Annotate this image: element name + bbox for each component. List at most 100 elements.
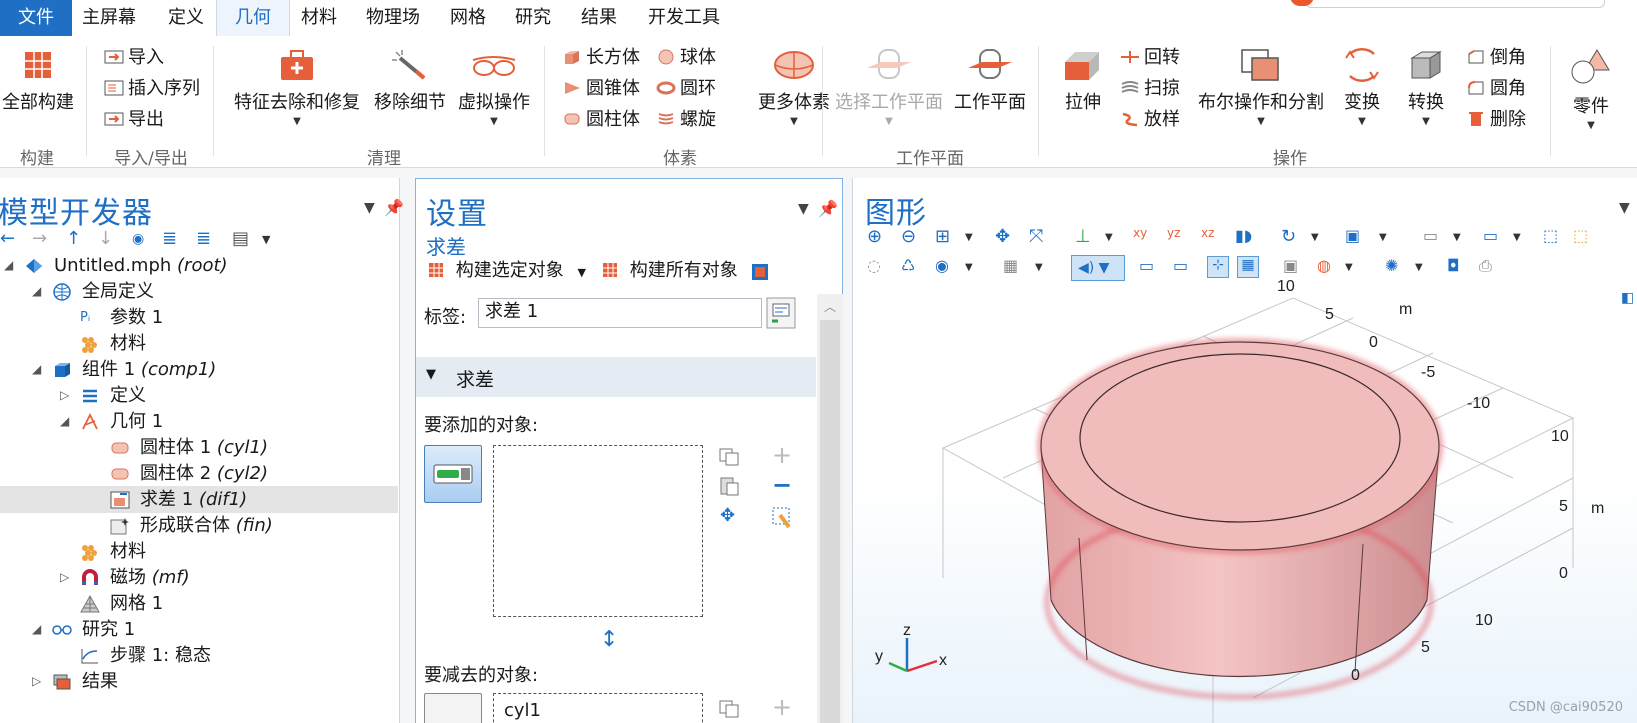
expand-toggle-icon[interactable]: ▷ [60,564,74,591]
tree-node-component[interactable]: ◢ 组件 1 (comp1) [0,356,398,383]
activate-subtract-toggle[interactable] [424,693,482,723]
tree-node-step-stationary[interactable]: 步骤 1: 稳态 [0,642,398,669]
helix-button[interactable]: 螺旋 [656,106,716,134]
xz-view-icon[interactable]: xz [1201,226,1223,248]
chevron-down-icon[interactable]: ▼ [965,232,973,243]
menu-tab-results[interactable]: 结果 [563,0,635,36]
reset-hiding-icon[interactable]: ♺ [901,256,923,278]
menu-tab-developer[interactable]: 开发工具 [630,0,738,36]
objects-to-add-list[interactable] [493,445,703,617]
chevron-down-icon[interactable]: ▼ [1345,262,1353,273]
fillet-button[interactable]: 圆角 [1466,75,1526,103]
zoom-box-icon[interactable]: ⊞ [935,226,957,248]
rotate-icon[interactable]: ↻ [1281,226,1303,248]
zoom-selected-icon[interactable]: ✥ [995,226,1017,248]
tree-node-component-materials[interactable]: 材料 [0,538,398,565]
scroll-up-icon[interactable]: ︿ [824,298,836,315]
import-button[interactable]: 导入 [104,44,164,72]
pin-icon[interactable]: 📌 [818,199,838,218]
chevron-down-icon[interactable]: ▼ [262,233,270,246]
zoom-selected-icon[interactable]: ✥ [720,505,735,526]
parts-button[interactable]: 零件 ▼ [1560,48,1622,131]
add-selection-icon[interactable]: + [772,693,792,721]
menu-tab-home[interactable]: 主屏幕 [64,0,154,36]
workplane-button[interactable]: 工作平面 [952,48,1028,114]
box-select-icon[interactable]: ⬚ [1543,226,1565,248]
more-primitives-button[interactable]: 更多体素 ▼ [756,48,832,127]
forward-arrow-icon[interactable]: → [32,228,47,249]
chevron-down-icon[interactable]: ▼ [1035,262,1043,273]
build-preceding-icon[interactable] [751,263,769,281]
menu-tab-physics[interactable]: 物理场 [348,0,438,36]
chevron-down-icon[interactable]: ▼ [577,266,585,279]
delete-button[interactable]: 删除 [1466,106,1526,134]
cone-button[interactable]: 圆锥体 [562,75,640,103]
subtract-item[interactable]: cyl1 [504,700,541,721]
tree-node-cylinder-2[interactable]: 圆柱体 2 (cyl2) [0,460,398,487]
objects-to-subtract-list[interactable]: cyl1 [493,693,703,723]
search-box[interactable] [1290,0,1605,8]
export-button[interactable]: 导出 [104,106,164,134]
defeaturing-button[interactable]: 特征去除和修复 ▼ [232,48,362,127]
show-icon[interactable]: ◉ [132,231,144,247]
go-to-view-icon[interactable]: ▮◗ [1235,226,1257,248]
scrollbar-thumb[interactable] [820,320,840,723]
select-workplane-button[interactable]: 选择工作平面 ▼ [832,48,946,127]
zoom-out-icon[interactable]: ⊖ [901,226,923,248]
collapse-toggle-icon[interactable]: ◢ [60,408,74,435]
torus-button[interactable]: 圆环 [656,75,716,103]
copy-selection-icon[interactable] [718,699,740,719]
insert-sequence-button[interactable]: 插入序列 [104,75,200,103]
selection-mode-icon[interactable]: ▭ [1483,226,1505,248]
panel-menu-caret-icon[interactable]: ▼ [798,201,809,217]
tree-node-global-definitions[interactable]: ◢ 全局定义 [0,278,398,305]
print-icon[interactable]: ⎙ [1479,256,1501,278]
loft-button[interactable]: 放样 [1120,106,1180,134]
render-icon[interactable]: ✺ [1385,256,1407,278]
clear-selection-icon[interactable]: ⬚ [1573,226,1595,248]
section-difference-header[interactable]: ▼ 求差 [416,357,816,397]
expand-toggle-icon[interactable]: ▷ [60,382,74,409]
back-arrow-icon[interactable]: ← [0,228,15,249]
build-selected-button[interactable]: 构建选定对象 ▼ [428,257,586,285]
label-input[interactable]: 求差 1 [478,298,762,328]
tree-node-parameters[interactable]: Pᵢ 参数 1 [0,304,398,331]
build-all-button[interactable]: 全部构建 [2,48,74,114]
panel-menu-caret-icon[interactable]: ▼ [364,200,375,216]
chevron-down-icon[interactable]: ▼ [1379,232,1387,243]
panel-menu-caret-icon[interactable]: ▼ [1619,200,1630,216]
remove-details-button[interactable]: 移除细节 [372,48,448,114]
menu-tab-definitions[interactable]: 定义 [150,0,222,36]
tree-node-geometry[interactable]: ◢ 几何 1 [0,408,398,435]
tree-node-results[interactable]: ▷ 结果 [0,668,398,695]
cylinder-shell[interactable] [1038,339,1442,699]
tree-node-definitions[interactable]: ▷ 定义 [0,382,398,409]
settings-scrollbar[interactable]: ︿ [817,294,843,723]
tree-node-difference-1[interactable]: 求差 1 (dif1) [0,486,398,513]
section-collapse-icon[interactable]: ▼ [426,367,436,382]
color-palette-icon[interactable]: ◍ [1317,256,1339,278]
collapse-all-icon[interactable]: ≣ [196,228,211,249]
menu-tab-mesh[interactable]: 网格 [432,0,504,36]
sweep-button[interactable]: 扫掠 [1120,75,1180,103]
tree-node-mesh[interactable]: 网格 1 [0,590,398,617]
extrude-button[interactable]: 拉伸 [1052,48,1114,114]
build-all-objects-button[interactable]: 构建所有对象 [602,257,738,285]
geometry-view[interactable]: 10 5 0 -5 -10 m 10 5 0 m 10 5 0 z x y [853,278,1637,723]
copy-selection-icon[interactable] [718,447,740,467]
move-down-icon[interactable]: ↓ [98,228,113,249]
chevron-down-icon[interactable]: ▼ [1513,232,1521,243]
menu-tab-geometry[interactable]: 几何 [216,0,290,36]
chamfer-button[interactable]: 倒角 [1466,44,1526,72]
menu-tab-file[interactable]: 文件 [0,0,72,36]
wireframe-icon[interactable]: ▭ [1139,256,1161,278]
tree-node-cylinder-1[interactable]: 圆柱体 1 (cyl1) [0,434,398,461]
booleans-partitions-button[interactable]: 布尔操作和分割 ▼ [1196,48,1326,127]
expand-toggle-icon[interactable]: ▷ [32,668,46,695]
collapse-toggle-icon[interactable]: ◢ [32,356,46,383]
collapse-toggle-icon[interactable]: ◢ [32,616,46,643]
show-icon[interactable]: ◉ [935,256,957,278]
selection-color-icon[interactable]: ▣ [1283,256,1305,278]
remove-selection-icon[interactable]: − [772,471,792,499]
chevron-down-icon[interactable]: ▼ [1311,232,1319,243]
